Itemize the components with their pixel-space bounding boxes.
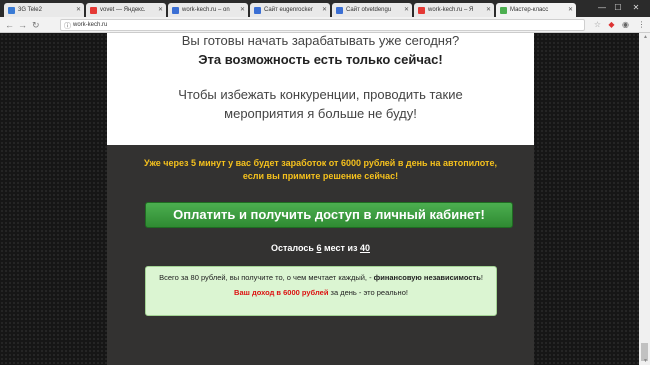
tab-close-icon[interactable]: ✕ — [322, 6, 327, 13]
seats-count: 6 — [316, 243, 322, 253]
offer-panel: Уже через 5 минут у вас будет заработок … — [107, 145, 534, 365]
tab-label: Сайт otvetdengu — [346, 7, 392, 13]
tab-close-icon[interactable]: ✕ — [240, 6, 245, 13]
tab-close-icon[interactable]: ✕ — [404, 6, 409, 13]
browser-toolbar: ← → ↻ ⓘ work-kech.ru ☆ ◆ ◉ ⋮ — [0, 17, 650, 33]
income-highlight: Ваш доход в 6000 рублей — [234, 288, 329, 297]
benefit-end: ! — [480, 273, 483, 282]
tab-5[interactable]: Сайт otvetdengu ✕ — [332, 3, 412, 17]
benefit-bold: финансовую независимость — [373, 273, 481, 282]
back-icon[interactable]: ← — [5, 19, 14, 31]
tab-favicon-icon — [90, 7, 97, 14]
page-viewport: Вы готовы начать зарабатывать уже сегодн… — [0, 33, 650, 365]
intro-emphasis: Эта возможность есть только сейчас! — [198, 52, 443, 67]
close-window-icon[interactable]: ✕ — [630, 2, 642, 14]
address-bar[interactable]: ⓘ work-kech.ru — [60, 19, 585, 31]
minimize-icon[interactable]: — — [596, 2, 608, 14]
pay-button[interactable]: Оплатить и получить доступ в личный каби… — [145, 202, 513, 228]
tab-7-active[interactable]: Мастер-класс ✕ — [496, 3, 576, 17]
intro-question: Вы готовы начать зарабатывать уже сегодн… — [181, 33, 460, 48]
tab-favicon-icon — [8, 7, 15, 14]
seats-prefix: Осталось — [271, 243, 314, 253]
offer-text: Уже через 5 минут у вас будет заработок … — [144, 158, 497, 181]
tab-favicon-icon — [418, 7, 425, 14]
tab-close-icon[interactable]: ✕ — [158, 6, 163, 13]
tab-close-icon[interactable]: ✕ — [568, 6, 573, 13]
benefit-line-1: Всего за 80 рублей, вы получите то, о че… — [146, 272, 496, 283]
info-icon[interactable]: ⓘ — [64, 21, 71, 31]
income-tail: за день - это реально! — [330, 288, 408, 297]
tab-label: Сайт eugenrocker — [264, 7, 313, 13]
scroll-down-icon[interactable]: ▼ — [643, 358, 648, 364]
intro-note-text: Чтобы избежать конкуренции, проводить та… — [178, 87, 463, 121]
tab-label: Мастер-класс — [510, 7, 549, 13]
tab-label: work-kech.ru – on — [182, 7, 230, 13]
tab-favicon-icon — [172, 7, 179, 14]
extension-2-icon[interactable]: ◉ — [620, 19, 631, 30]
tab-favicon-icon — [336, 7, 343, 14]
tab-3[interactable]: work-kech.ru – on ✕ — [168, 3, 248, 17]
tab-4[interactable]: Сайт eugenrocker ✕ — [250, 3, 330, 17]
forward-icon[interactable]: → — [18, 19, 27, 31]
extension-icon[interactable]: ◆ — [606, 19, 617, 30]
benefit-box: Всего за 80 рублей, вы получите то, о че… — [145, 266, 497, 316]
menu-icon[interactable]: ⋮ — [636, 19, 647, 30]
browser-tab-strip: 3G Tele2 ✕ vovet — Яндекс. ✕ work-kech.r… — [0, 0, 650, 17]
maximize-icon[interactable]: ☐ — [612, 2, 624, 14]
seats-remaining: Осталось 6 мест из 40 — [107, 243, 534, 253]
star-icon[interactable]: ☆ — [592, 19, 603, 30]
tab-label: vovet — Яндекс. — [100, 7, 146, 13]
tab-1[interactable]: 3G Tele2 ✕ — [4, 3, 84, 17]
benefit-text: Всего за 80 рублей, вы получите то, о че… — [159, 273, 372, 282]
tab-label: 3G Tele2 — [18, 7, 42, 13]
intro-note: Чтобы избежать конкуренции, проводить та… — [107, 85, 534, 123]
tab-favicon-icon — [254, 7, 261, 14]
intro-panel: Вы готовы начать зарабатывать уже сегодн… — [107, 33, 534, 145]
tab-label: work-kech.ru – Я — [428, 7, 474, 13]
reload-icon[interactable]: ↻ — [32, 19, 40, 31]
seats-middle: мест из — [323, 243, 358, 253]
scrollbar[interactable]: ▲ ▼ — [639, 33, 650, 365]
benefit-line-2: Ваш доход в 6000 рублей за день - это ре… — [146, 287, 496, 298]
tab-2[interactable]: vovet — Яндекс. ✕ — [86, 3, 166, 17]
tab-favicon-icon — [500, 7, 507, 14]
tab-close-icon[interactable]: ✕ — [486, 6, 491, 13]
address-url: work-kech.ru — [73, 22, 108, 28]
scroll-up-icon[interactable]: ▲ — [643, 34, 648, 40]
tab-6[interactable]: work-kech.ru – Я ✕ — [414, 3, 494, 17]
seats-total: 40 — [359, 243, 370, 253]
tab-close-icon[interactable]: ✕ — [76, 6, 81, 13]
